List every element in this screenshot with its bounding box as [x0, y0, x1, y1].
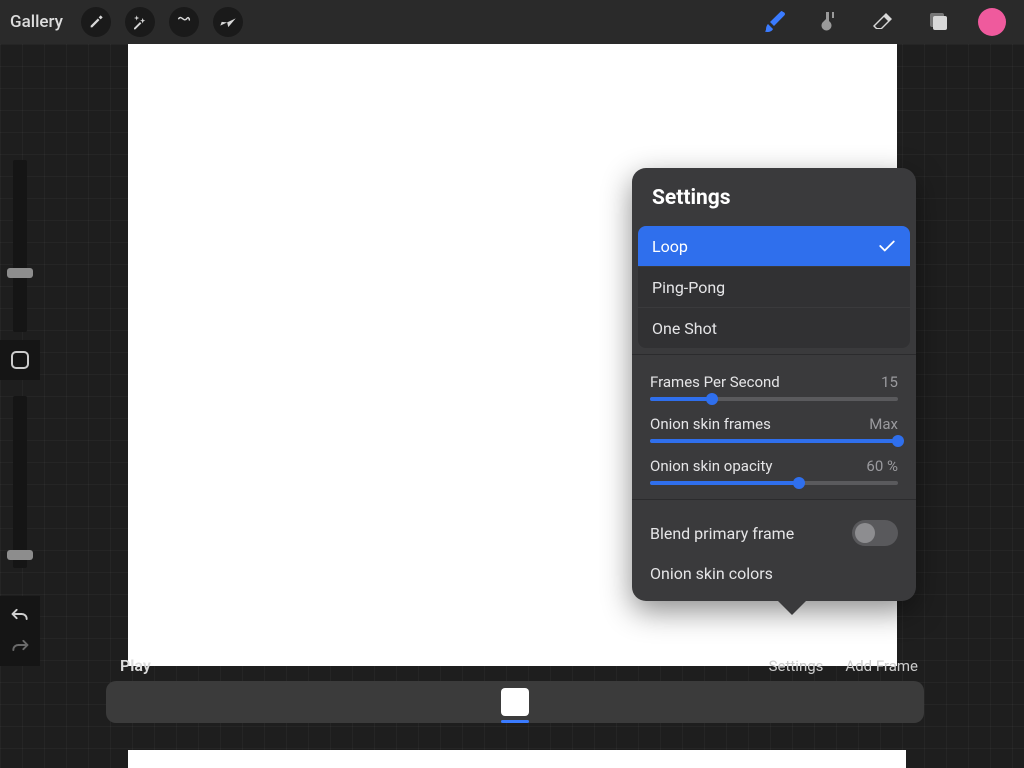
brush-tool[interactable] — [762, 9, 788, 35]
redo-icon — [10, 638, 30, 652]
slider-knob[interactable] — [706, 393, 718, 405]
option-label: Loop — [652, 237, 688, 256]
timeline-track[interactable] — [106, 681, 924, 723]
slider-fill — [650, 481, 799, 485]
slider-onion-skin-frames[interactable]: Onion skin frames Max — [650, 415, 898, 443]
add-frame-button[interactable]: Add Frame — [845, 657, 918, 675]
slider-knob[interactable] — [892, 435, 904, 447]
brush-opacity-slider[interactable] — [13, 396, 27, 568]
selection-button[interactable] — [169, 7, 199, 37]
play-button[interactable]: Play — [120, 656, 151, 675]
square-icon — [11, 351, 29, 369]
layers-icon — [925, 10, 949, 34]
slider-value: Max — [869, 415, 898, 433]
slider-thumb[interactable] — [7, 550, 33, 560]
adjustments-button[interactable] — [125, 7, 155, 37]
slider-fill — [650, 439, 898, 443]
slider-fill — [650, 397, 712, 401]
gallery-button[interactable]: Gallery — [10, 12, 63, 32]
slider-track[interactable] — [650, 397, 898, 401]
brush-icon — [763, 10, 787, 34]
undo-button[interactable] — [10, 606, 30, 625]
popover-title: Settings — [632, 168, 916, 226]
top-toolbar: Gallery — [0, 0, 1024, 44]
actions-button[interactable] — [81, 7, 111, 37]
side-rail — [0, 160, 40, 568]
color-swatch[interactable] — [978, 8, 1006, 36]
slider-onion-skin-opacity[interactable]: Onion skin opacity 60 % — [650, 457, 898, 485]
onion-skin-colors-button[interactable]: Onion skin colors — [632, 552, 916, 601]
slider-track[interactable] — [650, 439, 898, 443]
slider-value: 60 % — [866, 457, 898, 475]
undo-redo-group — [0, 596, 40, 666]
slider-track[interactable] — [650, 481, 898, 485]
playback-option-one-shot[interactable]: One Shot — [638, 308, 910, 348]
modifier-button[interactable] — [0, 340, 40, 380]
slider-value: 15 — [881, 373, 898, 391]
undo-icon — [10, 607, 30, 621]
slider-thumb[interactable] — [7, 268, 33, 278]
slider-name: Onion skin opacity — [650, 457, 772, 475]
slider-name: Frames Per Second — [650, 373, 780, 391]
slider-frames-per-second[interactable]: Frames Per Second 15 — [650, 373, 898, 401]
slider-name: Onion skin frames — [650, 415, 771, 433]
option-label: Ping-Pong — [652, 278, 725, 297]
current-frame-indicator — [501, 720, 529, 723]
playback-option-loop[interactable]: Loop — [638, 226, 910, 266]
smudge-icon — [817, 10, 841, 34]
transform-button[interactable] — [213, 7, 243, 37]
playback-mode-list: Loop Ping-Pong One Shot — [632, 226, 916, 348]
eraser-icon — [871, 10, 895, 34]
animation-settings-popover: Settings Loop Ping-Pong One Shot Frames Pe… — [632, 168, 916, 601]
timeline-settings-button[interactable]: Settings — [769, 657, 824, 675]
wand-icon — [132, 14, 148, 30]
blend-primary-frame-toggle[interactable] — [852, 520, 898, 546]
selection-icon — [176, 14, 192, 30]
animation-timeline: Play Settings Add Frame — [106, 654, 924, 730]
eraser-tool[interactable] — [870, 9, 896, 35]
slider-knob[interactable] — [793, 477, 805, 489]
smudge-tool[interactable] — [816, 9, 842, 35]
frame-thumbnail[interactable] — [501, 688, 529, 716]
arrow-icon — [220, 14, 236, 30]
checkmark-icon — [878, 239, 896, 253]
brush-size-slider[interactable] — [13, 160, 27, 332]
canvas-bottom-strip — [128, 750, 906, 768]
playback-option-ping-pong[interactable]: Ping-Pong — [638, 267, 910, 307]
blend-primary-frame-label: Blend primary frame — [650, 524, 794, 543]
switch-knob — [855, 523, 875, 543]
layers-button[interactable] — [924, 9, 950, 35]
wrench-icon — [88, 14, 104, 30]
option-label: One Shot — [652, 319, 717, 338]
redo-button[interactable] — [10, 637, 30, 656]
